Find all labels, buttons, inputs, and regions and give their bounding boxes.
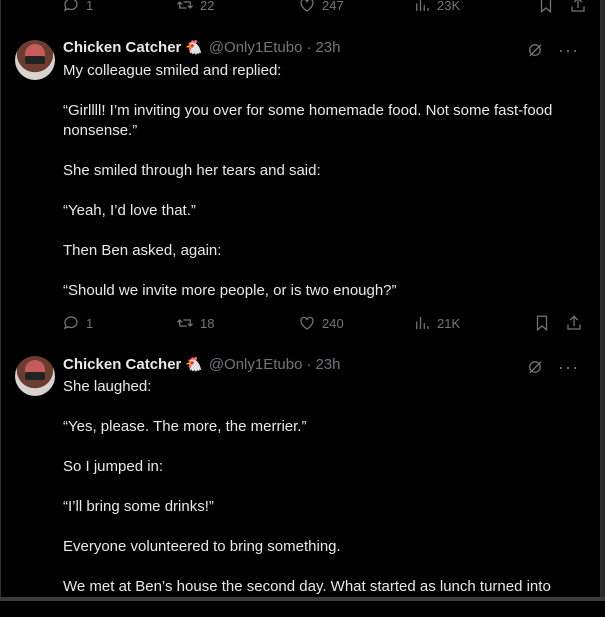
like-button[interactable]: 240 <box>298 314 413 332</box>
like-count: 240 <box>322 315 344 331</box>
reply-count: 1 <box>86 0 94 13</box>
reply-count: 1 <box>86 315 94 331</box>
views-button[interactable]: 21K <box>413 314 533 332</box>
previous-tweet-actions: 1 22 247 23K <box>62 0 587 14</box>
reply-button[interactable]: 1 <box>62 0 176 14</box>
repost-icon <box>177 319 193 327</box>
author-name[interactable]: Chicken Catcher <box>63 356 181 373</box>
separator-dot: · <box>306 356 312 373</box>
avatar[interactable] <box>15 356 55 396</box>
paragraph: She smiled through her tears and said: <box>63 162 321 179</box>
more-options-icon[interactable]: ··· <box>558 41 579 59</box>
paragraph: “Should we invite more people, or is two… <box>63 282 397 299</box>
paragraph: “Yeah, I’d love that.” <box>63 202 196 219</box>
reply-button[interactable]: 1 <box>62 314 176 332</box>
views-icon <box>416 0 429 11</box>
repost-button[interactable]: 22 <box>176 0 298 14</box>
bookmark-icon[interactable] <box>533 314 551 332</box>
paragraph: We met at Ben’s house the second day. Wh… <box>63 578 551 595</box>
repost-button[interactable]: 18 <box>176 314 298 332</box>
reply-icon <box>64 0 78 12</box>
paragraph: “Girllll! I’m inviting you over for some… <box>63 102 557 139</box>
more-options-icon[interactable]: ··· <box>558 358 579 376</box>
share-icon[interactable] <box>565 314 583 332</box>
grok-icon[interactable] <box>526 358 544 376</box>
paragraph: “Yes, please. The more, the merrier.” <box>63 418 307 435</box>
paragraph: “I’ll bring some drinks!” <box>63 498 214 515</box>
like-count: 247 <box>322 0 344 13</box>
share-icon[interactable] <box>569 0 587 14</box>
paragraph: Then Ben asked, again: <box>63 242 222 259</box>
chicken-emoji: 🐔 <box>185 39 203 55</box>
views-count: 21K <box>437 315 461 331</box>
paragraph: She laughed: <box>63 378 152 395</box>
paragraph: My colleague smiled and replied: <box>63 62 282 79</box>
tweet-text: My colleague smiled and replied: “Girlll… <box>63 61 583 321</box>
repost-icon <box>177 1 193 9</box>
paragraph: Everyone volunteered to bring something. <box>63 538 341 555</box>
like-button[interactable]: 247 <box>298 0 413 14</box>
tweet-time[interactable]: 23h <box>315 39 340 56</box>
paragraph: So I jumped in: <box>63 458 164 475</box>
author-handle[interactable]: @Only1Etubo <box>209 39 303 56</box>
avatar[interactable] <box>15 40 55 80</box>
views-count: 23K <box>437 0 461 13</box>
tweet-header: Chicken Catcher 🐔 @Only1Etubo · 23h <box>63 356 340 373</box>
tweet-actions: 1 18 240 21K <box>62 314 583 332</box>
tweet-time[interactable]: 23h <box>315 356 340 373</box>
chicken-emoji: 🐔 <box>185 356 203 372</box>
author-name[interactable]: Chicken Catcher <box>63 39 181 56</box>
grok-icon[interactable] <box>526 41 544 59</box>
author-handle[interactable]: @Only1Etubo <box>209 356 303 373</box>
tweet-header: Chicken Catcher 🐔 @Only1Etubo · 23h <box>63 39 340 56</box>
repost-count: 18 <box>200 315 215 331</box>
bookmark-icon[interactable] <box>537 0 555 14</box>
heart-icon <box>300 316 314 330</box>
heart-icon <box>300 0 314 12</box>
views-button[interactable]: 23K <box>413 0 533 14</box>
separator-dot: · <box>306 39 312 56</box>
views-icon <box>416 317 429 329</box>
scrollbar[interactable] <box>601 0 605 601</box>
reply-icon <box>64 316 78 330</box>
repost-count: 22 <box>200 0 215 13</box>
tweet-text: She laughed: “Yes, please. The more, the… <box>63 377 583 617</box>
